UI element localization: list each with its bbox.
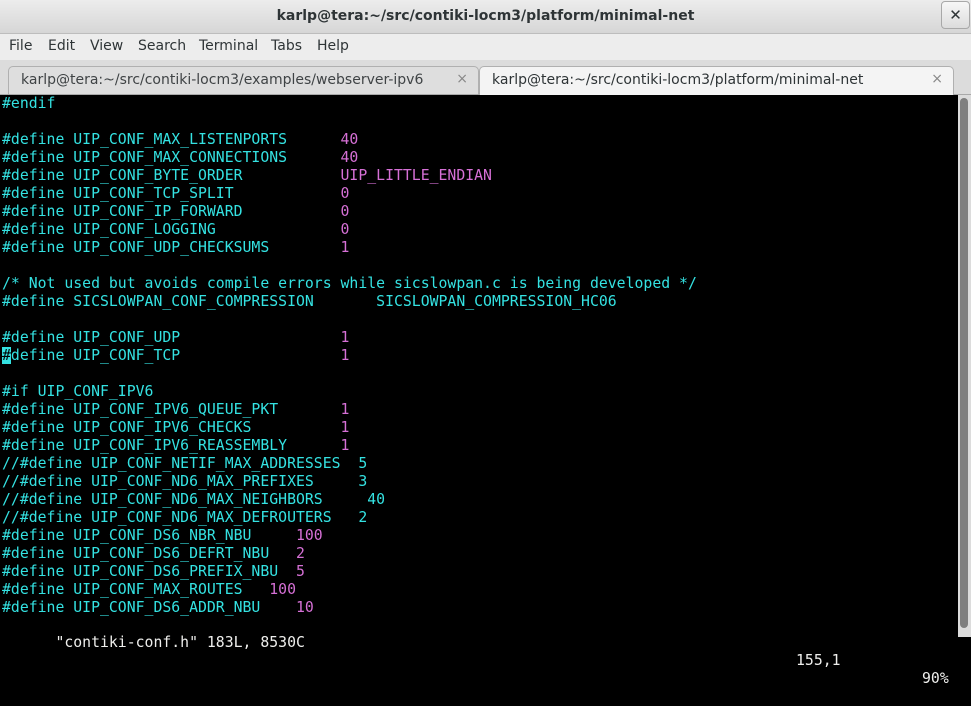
tab-webserver-ipv6[interactable]: karlp@tera:~/src/contiki-locm3/examples/… [8, 66, 479, 94]
code-key: #define UIP_CONF_BYTE_ORDER [2, 167, 243, 184]
tab-bar: karlp@tera:~/src/contiki-locm3/examples/… [0, 60, 971, 95]
menu-tabs[interactable]: Tabs [271, 38, 302, 54]
code-key: #define UIP_CONF_IP_FORWARD [2, 203, 243, 220]
code-value: 0 [215, 221, 350, 238]
code-value: 0 [242, 203, 350, 220]
code-key: define UIP_CONF_TCP [10, 347, 181, 364]
code-key: #define UIP_CONF_DS6_ADDR_NBU [2, 599, 261, 616]
code-line: #define UIP_CONF_UDP_CHECKSUMS 1 [2, 239, 349, 257]
menu-search[interactable]: Search [138, 38, 186, 54]
code-line: #define UIP_CONF_TCP 1 [2, 347, 349, 365]
code-line: //#define UIP_CONF_ND6_MAX_NEIGHBORS 40 [2, 491, 385, 509]
code-value: 40 [322, 491, 386, 508]
code-value: 2 [269, 545, 305, 562]
code-value: 1 [278, 401, 350, 418]
code-line: #define UIP_CONF_UDP 1 [2, 329, 349, 347]
code-value: 100 [242, 581, 296, 598]
code-value: UIP_LITTLE_ENDIAN [242, 167, 492, 184]
code-line: #define UIP_CONF_IPV6_CHECKS 1 [2, 419, 349, 437]
status-scroll-percent: 90% [922, 670, 949, 687]
code-key: #define UIP_CONF_DS6_DEFRT_NBU [2, 545, 270, 562]
title-bar[interactable]: karlp@tera:~/src/contiki-locm3/platform/… [0, 0, 971, 34]
code-value: 3 [313, 473, 368, 490]
code-line: #define UIP_CONF_LOGGING 0 [2, 221, 349, 239]
code-value: 2 [331, 509, 368, 526]
code-line: #if UIP_CONF_IPV6 [2, 383, 153, 401]
window-close-button[interactable]: ✕ [941, 1, 970, 29]
code-line: #define UIP_CONF_DS6_ADDR_NBU 10 [2, 599, 314, 617]
code-key: /* Not used but avoids compile errors wh… [2, 275, 697, 292]
code-line: #define UIP_CONF_MAX_ROUTES 100 [2, 581, 296, 599]
scrollbar[interactable] [958, 95, 971, 637]
code-key: //#define UIP_CONF_ND6_MAX_PREFIXES [2, 473, 314, 490]
tab-label: karlp@tera:~/src/contiki-locm3/examples/… [21, 72, 424, 88]
code-line: #define UIP_CONF_IP_FORWARD 0 [2, 203, 349, 221]
code-value: SICSLOWPAN_COMPRESSION_HC06 [313, 293, 617, 310]
code-key: #define UIP_CONF_IPV6_CHECKS [2, 419, 252, 436]
tab-minimal-net[interactable]: karlp@tera:~/src/contiki-locm3/platform/… [479, 66, 954, 95]
code-key: #define UIP_CONF_TCP_SPLIT [2, 185, 234, 202]
code-line: #define UIP_CONF_MAX_CONNECTIONS 40 [2, 149, 358, 167]
menu-bar: File Edit View Search Terminal Tabs Help [0, 34, 971, 60]
code-line: //#define UIP_CONF_ND6_MAX_DEFROUTERS 2 [2, 509, 367, 527]
code-key: #define UIP_CONF_DS6_NBR_NBU [2, 527, 252, 544]
code-line: #define UIP_CONF_IPV6_QUEUE_PKT 1 [2, 401, 349, 419]
code-value: 1 [269, 239, 350, 256]
code-value: 5 [278, 563, 305, 580]
code-key: #define UIP_CONF_DS6_PREFIX_NBU [2, 563, 279, 580]
status-cursor-position: 155,1 [796, 652, 841, 669]
text-cursor: # [2, 347, 11, 364]
code-value: 1 [180, 347, 350, 364]
code-key: #endif [2, 95, 56, 112]
code-value: 0 [233, 185, 350, 202]
code-line: #define UIP_CONF_DS6_PREFIX_NBU 5 [2, 563, 305, 581]
code-value: 5 [340, 455, 368, 472]
terminal-content[interactable]: #endif #define UIP_CONF_MAX_LISTENPORTS 4… [0, 95, 958, 687]
code-line: #define UIP_CONF_IPV6_REASSEMBLY 1 [2, 437, 349, 455]
code-key: #define UIP_CONF_MAX_CONNECTIONS [2, 149, 288, 166]
terminal-window: karlp@tera:~/src/contiki-locm3/platform/… [0, 0, 971, 687]
menu-edit[interactable]: Edit [48, 38, 75, 54]
code-key: //#define UIP_CONF_NETIF_MAX_ADDRESSES [2, 455, 341, 472]
code-value: 1 [287, 437, 350, 454]
code-key: //#define UIP_CONF_ND6_MAX_NEIGHBORS [2, 491, 323, 508]
menu-terminal[interactable]: Terminal [199, 38, 258, 54]
code-line: #define UIP_CONF_MAX_LISTENPORTS 40 [2, 131, 358, 149]
code-key: #define UIP_CONF_LOGGING [2, 221, 216, 238]
code-key: //#define UIP_CONF_ND6_MAX_DEFROUTERS [2, 509, 332, 526]
close-icon[interactable]: × [456, 71, 468, 87]
window-title: karlp@tera:~/src/contiki-locm3/platform/… [276, 8, 695, 24]
code-line: //#define UIP_CONF_ND6_MAX_PREFIXES 3 [2, 473, 367, 491]
code-line: #endif [2, 95, 55, 113]
code-value: 10 [260, 599, 314, 616]
code-line: #define UIP_CONF_DS6_DEFRT_NBU 2 [2, 545, 305, 563]
vim-status-line: "contiki-conf.h" 183L, 8530C 155,1 90% [2, 616, 956, 687]
code-key: #define UIP_CONF_IPV6_REASSEMBLY [2, 437, 288, 454]
code-value: 40 [287, 149, 359, 166]
close-icon: ✕ [949, 6, 962, 24]
code-key: #define UIP_CONF_UDP_CHECKSUMS [2, 239, 270, 256]
code-key: #define UIP_CONF_UDP [2, 329, 181, 346]
code-line: #define UIP_CONF_DS6_NBR_NBU 100 [2, 527, 323, 545]
code-line: #define UIP_CONF_BYTE_ORDER UIP_LITTLE_E… [2, 167, 492, 185]
code-value: 1 [180, 329, 350, 346]
code-key: #if UIP_CONF_IPV6 [2, 383, 154, 400]
code-key: #define UIP_CONF_MAX_ROUTES [2, 581, 243, 598]
code-value: 100 [251, 527, 323, 544]
menu-help[interactable]: Help [317, 38, 349, 54]
code-key: #define UIP_CONF_IPV6_QUEUE_PKT [2, 401, 279, 418]
scrollbar-thumb[interactable] [960, 98, 968, 628]
code-key: #define UIP_CONF_MAX_LISTENPORTS [2, 131, 288, 148]
code-value: 1 [251, 419, 350, 436]
code-key: #define SICSLOWPAN_CONF_COMPRESSION [2, 293, 314, 310]
close-icon[interactable]: × [931, 71, 943, 87]
menu-view[interactable]: View [90, 38, 123, 54]
menu-file[interactable]: File [9, 38, 32, 54]
code-line: /* Not used but avoids compile errors wh… [2, 275, 697, 293]
code-line: //#define UIP_CONF_NETIF_MAX_ADDRESSES 5 [2, 455, 367, 473]
tab-label: karlp@tera:~/src/contiki-locm3/platform/… [492, 72, 864, 88]
code-line: #define UIP_CONF_TCP_SPLIT 0 [2, 185, 349, 203]
code-line: #define SICSLOWPAN_CONF_COMPRESSION SICS… [2, 293, 617, 311]
code-value: 40 [287, 131, 359, 148]
